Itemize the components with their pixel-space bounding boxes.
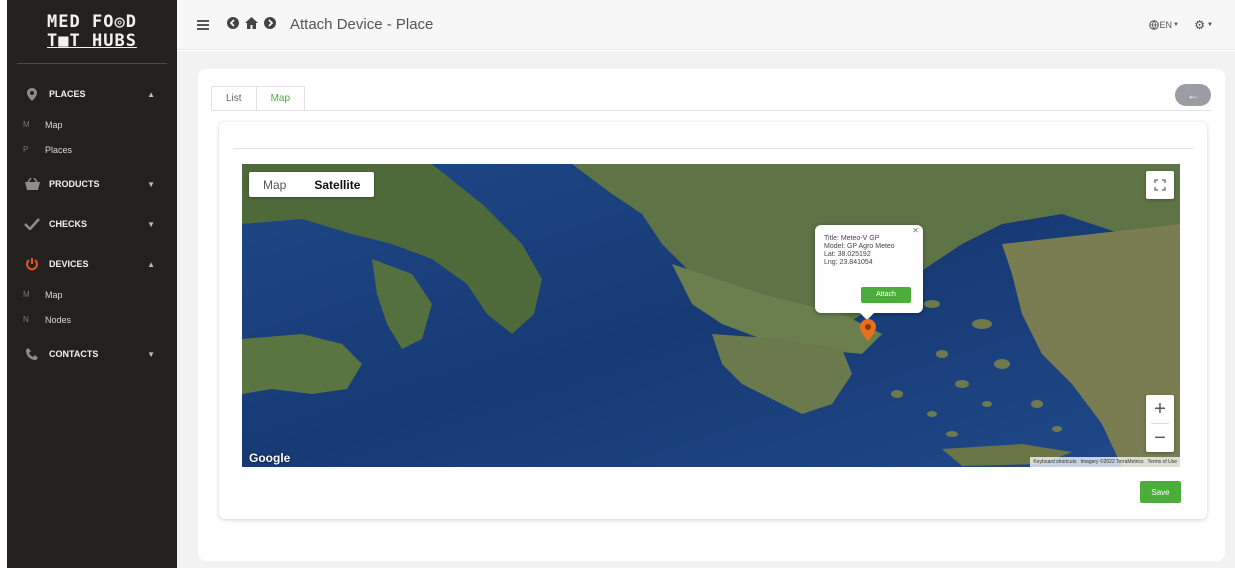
- google-logo: Google: [249, 451, 291, 465]
- info-lng: Lng: 23.841054: [824, 259, 873, 266]
- sidebar-section-label: PLACES: [49, 89, 86, 99]
- map-type-control: Map Satellite: [249, 172, 375, 197]
- sidebar-item-label: Nodes: [45, 314, 72, 325]
- forward-circle-icon[interactable]: [264, 16, 276, 34]
- attach-button[interactable]: Attach: [861, 287, 911, 303]
- back-circle-icon[interactable]: [227, 16, 239, 34]
- language-selector[interactable]: EN ▼: [1148, 19, 1179, 30]
- info-model: Model: GP Agro Meteo: [824, 243, 895, 250]
- check-icon: [21, 218, 43, 230]
- card-divider: [233, 148, 1193, 149]
- terms-link[interactable]: Terms of Use: [1148, 459, 1177, 465]
- sidebar-section-label: PRODUCTS: [49, 179, 100, 189]
- zoom-out-button[interactable]: −: [1146, 424, 1174, 452]
- gear-icon: ⚙: [1194, 17, 1206, 32]
- home-icon[interactable]: [245, 16, 258, 34]
- page-title: Attach Device - Place: [290, 16, 434, 33]
- back-button[interactable]: ←: [1175, 84, 1211, 106]
- map-type-satellite-button[interactable]: Satellite: [300, 172, 374, 197]
- settings-menu[interactable]: ⚙ ▼: [1194, 18, 1213, 32]
- sidebar-section-contacts[interactable]: CONTACTS ▼: [7, 336, 177, 372]
- caret-up-icon: ▲: [147, 89, 155, 99]
- basket-icon: [21, 178, 43, 190]
- sidebar-section-label: CONTACTS: [49, 349, 99, 359]
- map-attribution: Keyboard shortcuts Imagery ©2022 TerraMe…: [1030, 457, 1180, 467]
- language-label: EN: [1159, 19, 1173, 30]
- caret-down-icon: ▼: [1207, 21, 1213, 28]
- sidebar-section-places[interactable]: PLACES ▲: [7, 76, 177, 112]
- zoom-in-button[interactable]: +: [1146, 395, 1174, 423]
- save-button[interactable]: Save: [1140, 481, 1181, 503]
- top-bar: Attach Device - Place EN ▼ ⚙ ▼: [177, 0, 1235, 50]
- info-lat: Lat: 38.025192: [824, 251, 871, 258]
- fullscreen-icon: [1154, 179, 1166, 191]
- caret-down-icon: ▼: [147, 179, 155, 189]
- menu-icon[interactable]: [197, 19, 209, 30]
- caret-up-icon: ▲: [147, 259, 155, 269]
- globe-icon: [1148, 19, 1159, 30]
- map-pin-icon: [21, 87, 43, 101]
- sidebar-item-label: Places: [45, 144, 73, 155]
- imagery-credit: Imagery ©2022 TerraMetrics: [1080, 459, 1144, 465]
- tab-list[interactable]: List: [211, 86, 256, 111]
- phone-icon: [21, 347, 43, 361]
- header-nav-icons: [227, 16, 276, 34]
- fullscreen-button[interactable]: [1146, 171, 1174, 199]
- map-view[interactable]: Map Satellite + − ✕ Title: Meteo-V GP Mo…: [242, 164, 1180, 467]
- sidebar: MED FO◎D T■T HUBS PLACES ▲ M Map P Place…: [7, 0, 177, 568]
- sidebar-item-label: Map: [45, 289, 63, 300]
- caret-down-icon: ▼: [1173, 21, 1179, 28]
- sidebar-item-devices-map[interactable]: M Map: [7, 282, 177, 307]
- sidebar-section-checks[interactable]: CHECKS ▼: [7, 206, 177, 242]
- device-info-window: ✕ Title: Meteo-V GP Model: GP Agro Meteo…: [815, 225, 923, 320]
- info-title: Title: Meteo-V GP: [824, 235, 880, 242]
- map-type-map-button[interactable]: Map: [249, 172, 300, 197]
- zoom-control: + −: [1146, 395, 1174, 452]
- caret-down-icon: ▼: [147, 219, 155, 229]
- sidebar-item-devices-nodes[interactable]: N Nodes: [7, 307, 177, 332]
- caret-down-icon: ▼: [147, 349, 155, 359]
- sidebar-item-key: P: [23, 145, 29, 154]
- sidebar-item-key: M: [23, 290, 30, 299]
- sidebar-item-places-map[interactable]: M Map: [7, 112, 177, 137]
- keyboard-shortcuts-link[interactable]: Keyboard shortcuts: [1033, 459, 1076, 465]
- satellite-map-image: [242, 164, 1180, 467]
- main-area: List Map ← Map Satellite + − ✕ Title: Me…: [177, 51, 1235, 568]
- content-panel: List Map ← Map Satellite + − ✕ Title: Me…: [198, 69, 1225, 561]
- tab-divider: [211, 110, 1211, 111]
- arrow-left-icon: ←: [1187, 88, 1199, 102]
- logo-line1: MED FO◎D: [47, 11, 137, 32]
- map-marker-icon[interactable]: [860, 319, 876, 346]
- sidebar-section-label: CHECKS: [49, 219, 88, 229]
- sidebar-section-devices[interactable]: DEVICES ▲: [7, 246, 177, 282]
- tab-map[interactable]: Map: [255, 86, 306, 111]
- sidebar-item-key: N: [23, 315, 29, 324]
- tab-bar: List Map: [211, 86, 306, 111]
- sidebar-section-label: DEVICES: [49, 259, 89, 269]
- sidebar-section-products[interactable]: PRODUCTS ▼: [7, 166, 177, 202]
- map-card: Map Satellite + − ✕ Title: Meteo-V GP Mo…: [219, 122, 1207, 519]
- close-icon[interactable]: ✕: [912, 227, 919, 235]
- sidebar-item-label: Map: [45, 119, 63, 130]
- logo[interactable]: MED FO◎D T■T HUBS: [17, 0, 167, 64]
- logo-line2: T■T HUBS: [47, 30, 137, 51]
- sidebar-item-key: M: [23, 120, 30, 129]
- power-icon: [21, 257, 43, 271]
- sidebar-item-places-places[interactable]: P Places: [7, 137, 177, 162]
